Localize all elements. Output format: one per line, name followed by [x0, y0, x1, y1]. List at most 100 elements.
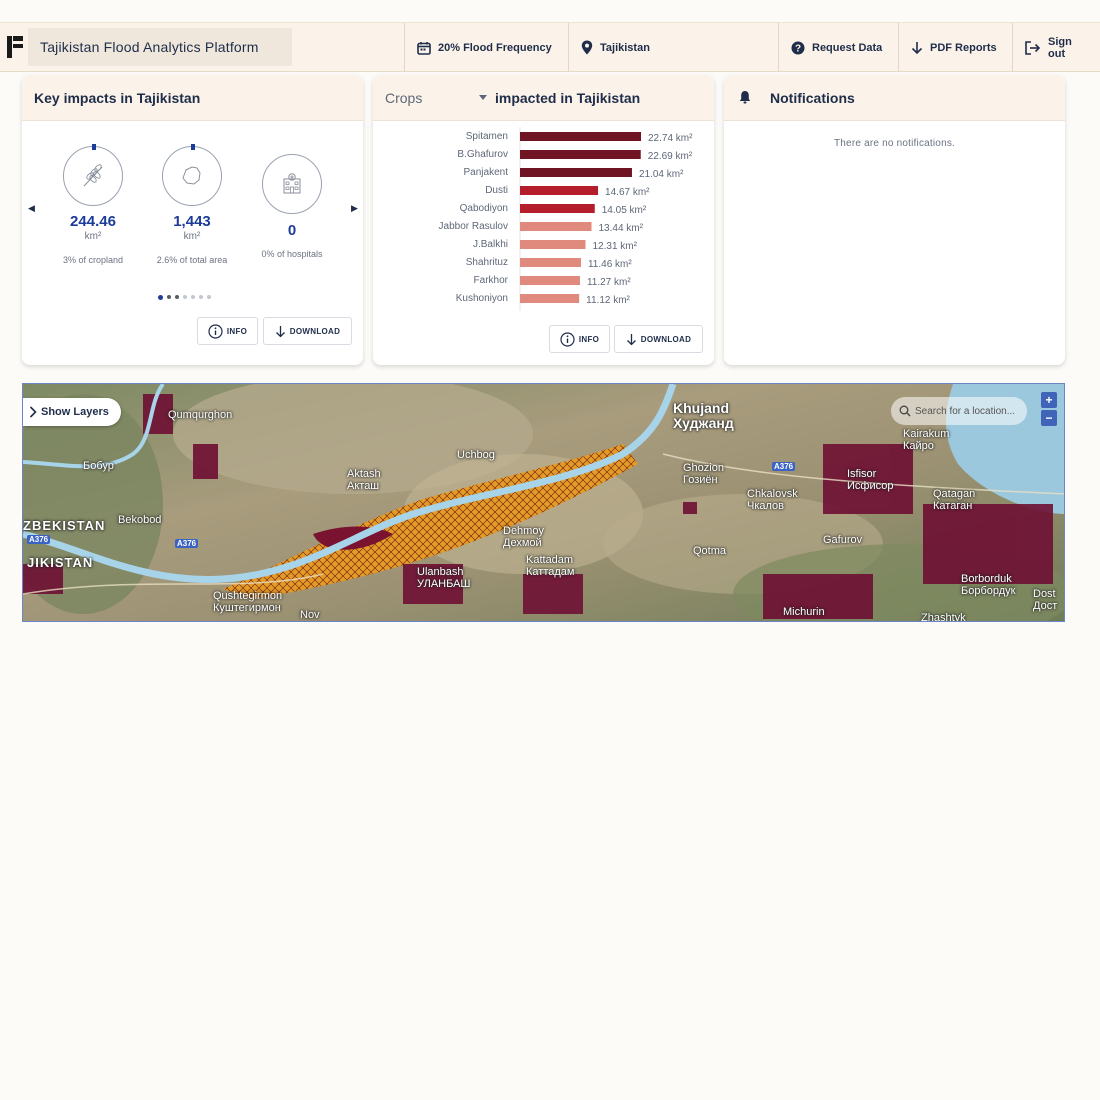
- pdf-reports-label: PDF Reports: [930, 41, 997, 54]
- carousel-dot[interactable]: [175, 295, 179, 299]
- request-data-button[interactable]: ? Request Data: [778, 23, 894, 72]
- notifications-card: Notifications There are no notifications…: [724, 75, 1065, 365]
- flood-frequency-label: 20% Flood Frequency: [438, 41, 552, 54]
- impacts-info-button[interactable]: INFO: [197, 317, 258, 345]
- info-icon: [560, 331, 575, 347]
- dropdown-caret-icon[interactable]: [479, 95, 487, 100]
- crops-download-label: DOWNLOAD: [640, 334, 692, 344]
- carousel-dot[interactable]: [199, 295, 203, 299]
- crops-dropdown-value[interactable]: Crops: [385, 90, 422, 106]
- question-icon: ?: [791, 41, 805, 54]
- map-label: Borborduk Борбордук: [961, 573, 1016, 597]
- map-label: Kattadam Каттадам: [526, 554, 575, 578]
- zoom-out-button[interactable]: −: [1041, 410, 1057, 426]
- carousel-dot[interactable]: [158, 295, 163, 300]
- chart-value-label: 14.67 km²: [605, 187, 650, 198]
- map-label: Dost Дост: [1033, 588, 1058, 612]
- chart-bar[interactable]: [520, 240, 586, 249]
- map-label: Aktash Акташ: [347, 468, 381, 492]
- chart-value-label: 11.12 km²: [586, 295, 630, 306]
- chart-value-label: 22.69 km²: [648, 151, 693, 162]
- chart-category-label: Shahrituz: [466, 257, 508, 268]
- impacts-download-button[interactable]: DOWNLOAD: [263, 317, 352, 345]
- map-label: Khujand Худжанд: [673, 400, 734, 431]
- region-selector[interactable]: Tajikistan: [568, 23, 667, 72]
- carousel-dot[interactable]: [167, 295, 171, 299]
- chart-category-label: J.Balkhi: [473, 239, 508, 250]
- chart-bar[interactable]: [520, 150, 641, 159]
- chart-bar[interactable]: [520, 132, 641, 141]
- map-label: Бобур: [83, 460, 114, 472]
- map-label: Qatagan Катаган: [933, 488, 976, 512]
- chart-bar[interactable]: [520, 204, 595, 213]
- map-pin-icon: [581, 40, 593, 55]
- carousel-dot[interactable]: [183, 295, 187, 299]
- chart-bar[interactable]: [520, 258, 581, 267]
- search-icon: [899, 405, 911, 417]
- chart-bar[interactable]: [520, 276, 580, 285]
- hospital-icon: [283, 173, 301, 194]
- carousel-prev-arrow-icon[interactable]: ◀: [28, 203, 35, 214]
- notifications-header: Notifications: [724, 75, 1065, 121]
- download-arrow-icon: [911, 41, 923, 54]
- chart-value-label: 11.46 km²: [588, 259, 632, 270]
- area-outline-icon: [182, 166, 201, 185]
- show-layers-label: Show Layers: [41, 406, 109, 418]
- zoom-in-button[interactable]: +: [1041, 392, 1057, 408]
- chart-bar[interactable]: [520, 222, 592, 231]
- chevron-right-icon: [29, 406, 37, 418]
- crops-card-header: Crops impacted in Tajikistan: [373, 75, 714, 121]
- crops-title: impacted in Tajikistan: [495, 89, 641, 106]
- crops-bar-chart: Spitamen 22.74 km² B.Ghafurov 22.69 km² Panj…: [439, 127, 693, 311]
- carousel-next-arrow-icon[interactable]: ▶: [351, 203, 358, 214]
- stat-total-area: 1,443 km² 2.6% of total area: [142, 144, 242, 265]
- map-label: Uchbog: [457, 449, 495, 461]
- app-logo-icon: [7, 36, 23, 58]
- chart-category-label: Jabbor Rasulov: [439, 221, 508, 232]
- key-impacts-title: Key impacts in Tajikistan: [22, 75, 363, 121]
- stat-hospitals: 0 0% of hospitals: [242, 154, 342, 259]
- sign-out-button[interactable]: Sign out: [1012, 23, 1100, 72]
- map-label: Ghozion Гозиён: [683, 462, 724, 486]
- show-layers-button[interactable]: Show Layers: [23, 398, 121, 426]
- crops-download-button[interactable]: DOWNLOAD: [614, 325, 703, 353]
- location-search[interactable]: Search for a location...: [891, 397, 1027, 425]
- flood-frequency-selector[interactable]: 20% Flood Frequency: [404, 23, 564, 72]
- carousel-dot[interactable]: [207, 295, 211, 299]
- map-label: Kairakum Кайро: [903, 428, 950, 452]
- chart-value-label: 13.44 km²: [599, 223, 644, 234]
- stat-total-area-value: 1,443: [173, 213, 211, 230]
- carousel-dot[interactable]: [191, 295, 195, 299]
- crops-impact-card: Crops impacted in Tajikistan Spitamen 22.…: [373, 75, 714, 365]
- chart-bar[interactable]: [520, 186, 599, 195]
- chart-value-label: 14.05 km²: [602, 205, 647, 216]
- impacts-download-label: DOWNLOAD: [289, 326, 341, 336]
- chart-category-label: Panjakent: [464, 167, 509, 178]
- map-label: Qotma: [693, 545, 727, 557]
- map-label: Isfisor Исфисор: [847, 468, 894, 492]
- chart-bar[interactable]: [520, 168, 632, 177]
- pdf-reports-button[interactable]: PDF Reports: [898, 23, 1009, 72]
- map-label: Qumqurghon: [168, 409, 233, 421]
- stat-cropland-unit: km²: [84, 231, 102, 242]
- map-label: Michurin: [783, 606, 825, 618]
- chart-value-label: 11.27 km²: [587, 277, 631, 288]
- app-title[interactable]: Tajikistan Flood Analytics Platform: [28, 28, 292, 66]
- chart-value-label: 22.74 km²: [648, 133, 693, 144]
- stat-cropland: 244.46 km² 3% of cropland: [43, 144, 143, 265]
- location-search-placeholder: Search for a location...: [915, 405, 1016, 417]
- notifications-empty-text: There are no notifications.: [833, 138, 956, 149]
- map-label: Nov: [300, 609, 320, 621]
- chart-bar[interactable]: [520, 294, 580, 303]
- map-label: JIKISTAN: [27, 555, 94, 570]
- info-icon: [208, 323, 223, 339]
- map-label: Zhashtyk: [921, 612, 966, 622]
- stat-hospitals-description: 0% of hospitals: [261, 249, 323, 259]
- region-label: Tajikistan: [600, 41, 650, 54]
- map-label: ZBEKISTAN: [23, 518, 106, 533]
- crops-info-button[interactable]: INFO: [549, 325, 610, 353]
- carousel-pagination: [158, 295, 211, 300]
- flood-map[interactable]: Khujand Худжанд Ghozion Гозиён Chkalovsk Чк…: [22, 383, 1065, 622]
- stat-hospitals-ring: [262, 154, 322, 214]
- map-label: Dehmoy Дехмой: [503, 525, 544, 549]
